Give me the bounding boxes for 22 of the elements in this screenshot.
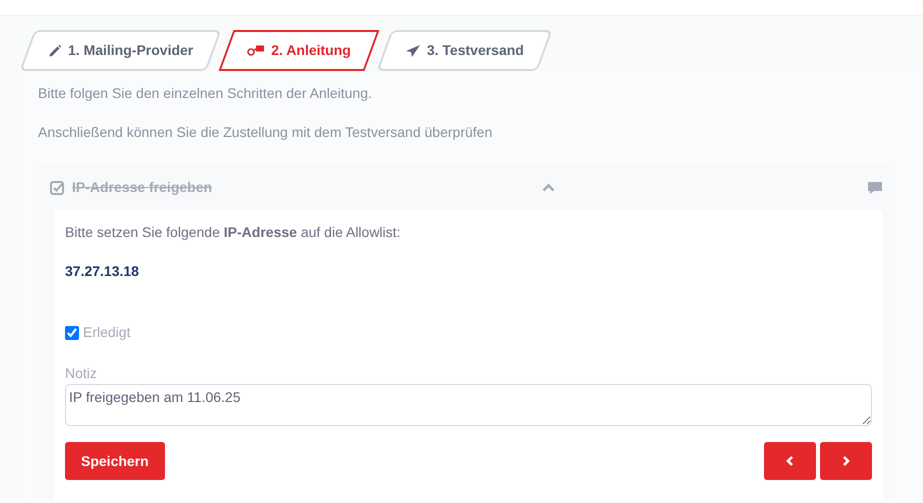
- note-field[interactable]: IP freigegeben am 11.06.25: [65, 384, 872, 426]
- instruction-text: Bitte setzen Sie folgende IP-Adresse auf die Allowlist:: [65, 223, 402, 242]
- previous-button[interactable]: [764, 442, 816, 480]
- instruction-text: Bitte folgen Sie den einzelnen Schritten der Anleitung.: [38, 84, 373, 103]
- checkbox[interactable]: [65, 326, 79, 340]
- comment-icon[interactable]: [867, 180, 883, 194]
- checkbox-label[interactable]: Erledigt: [83, 322, 130, 343]
- field-label: Notiz: [65, 364, 98, 383]
- paper-plane-icon: [404, 44, 421, 58]
- save-button[interactable]: Speichern: [65, 442, 165, 480]
- step-tab[interactable]: 1. Mailing-Provider: [20, 30, 222, 71]
- chevron-up-icon[interactable]: [542, 183, 555, 192]
- ip-address: 37.27.13.18: [65, 262, 140, 281]
- checked-box-icon: [50, 180, 64, 194]
- chevron-right-icon: [841, 455, 851, 467]
- key-icon: [247, 44, 266, 56]
- step-tab[interactable]: 2. Anleitung: [219, 30, 379, 71]
- instruction-text: Anschließend können Sie die Zustellung mit dem Testversand überprüfen: [38, 123, 494, 142]
- next-button[interactable]: [820, 442, 872, 480]
- pencil-icon: [48, 44, 62, 58]
- step-tab[interactable]: 3. Testversand: [376, 30, 552, 71]
- chevron-left-icon: [785, 455, 795, 467]
